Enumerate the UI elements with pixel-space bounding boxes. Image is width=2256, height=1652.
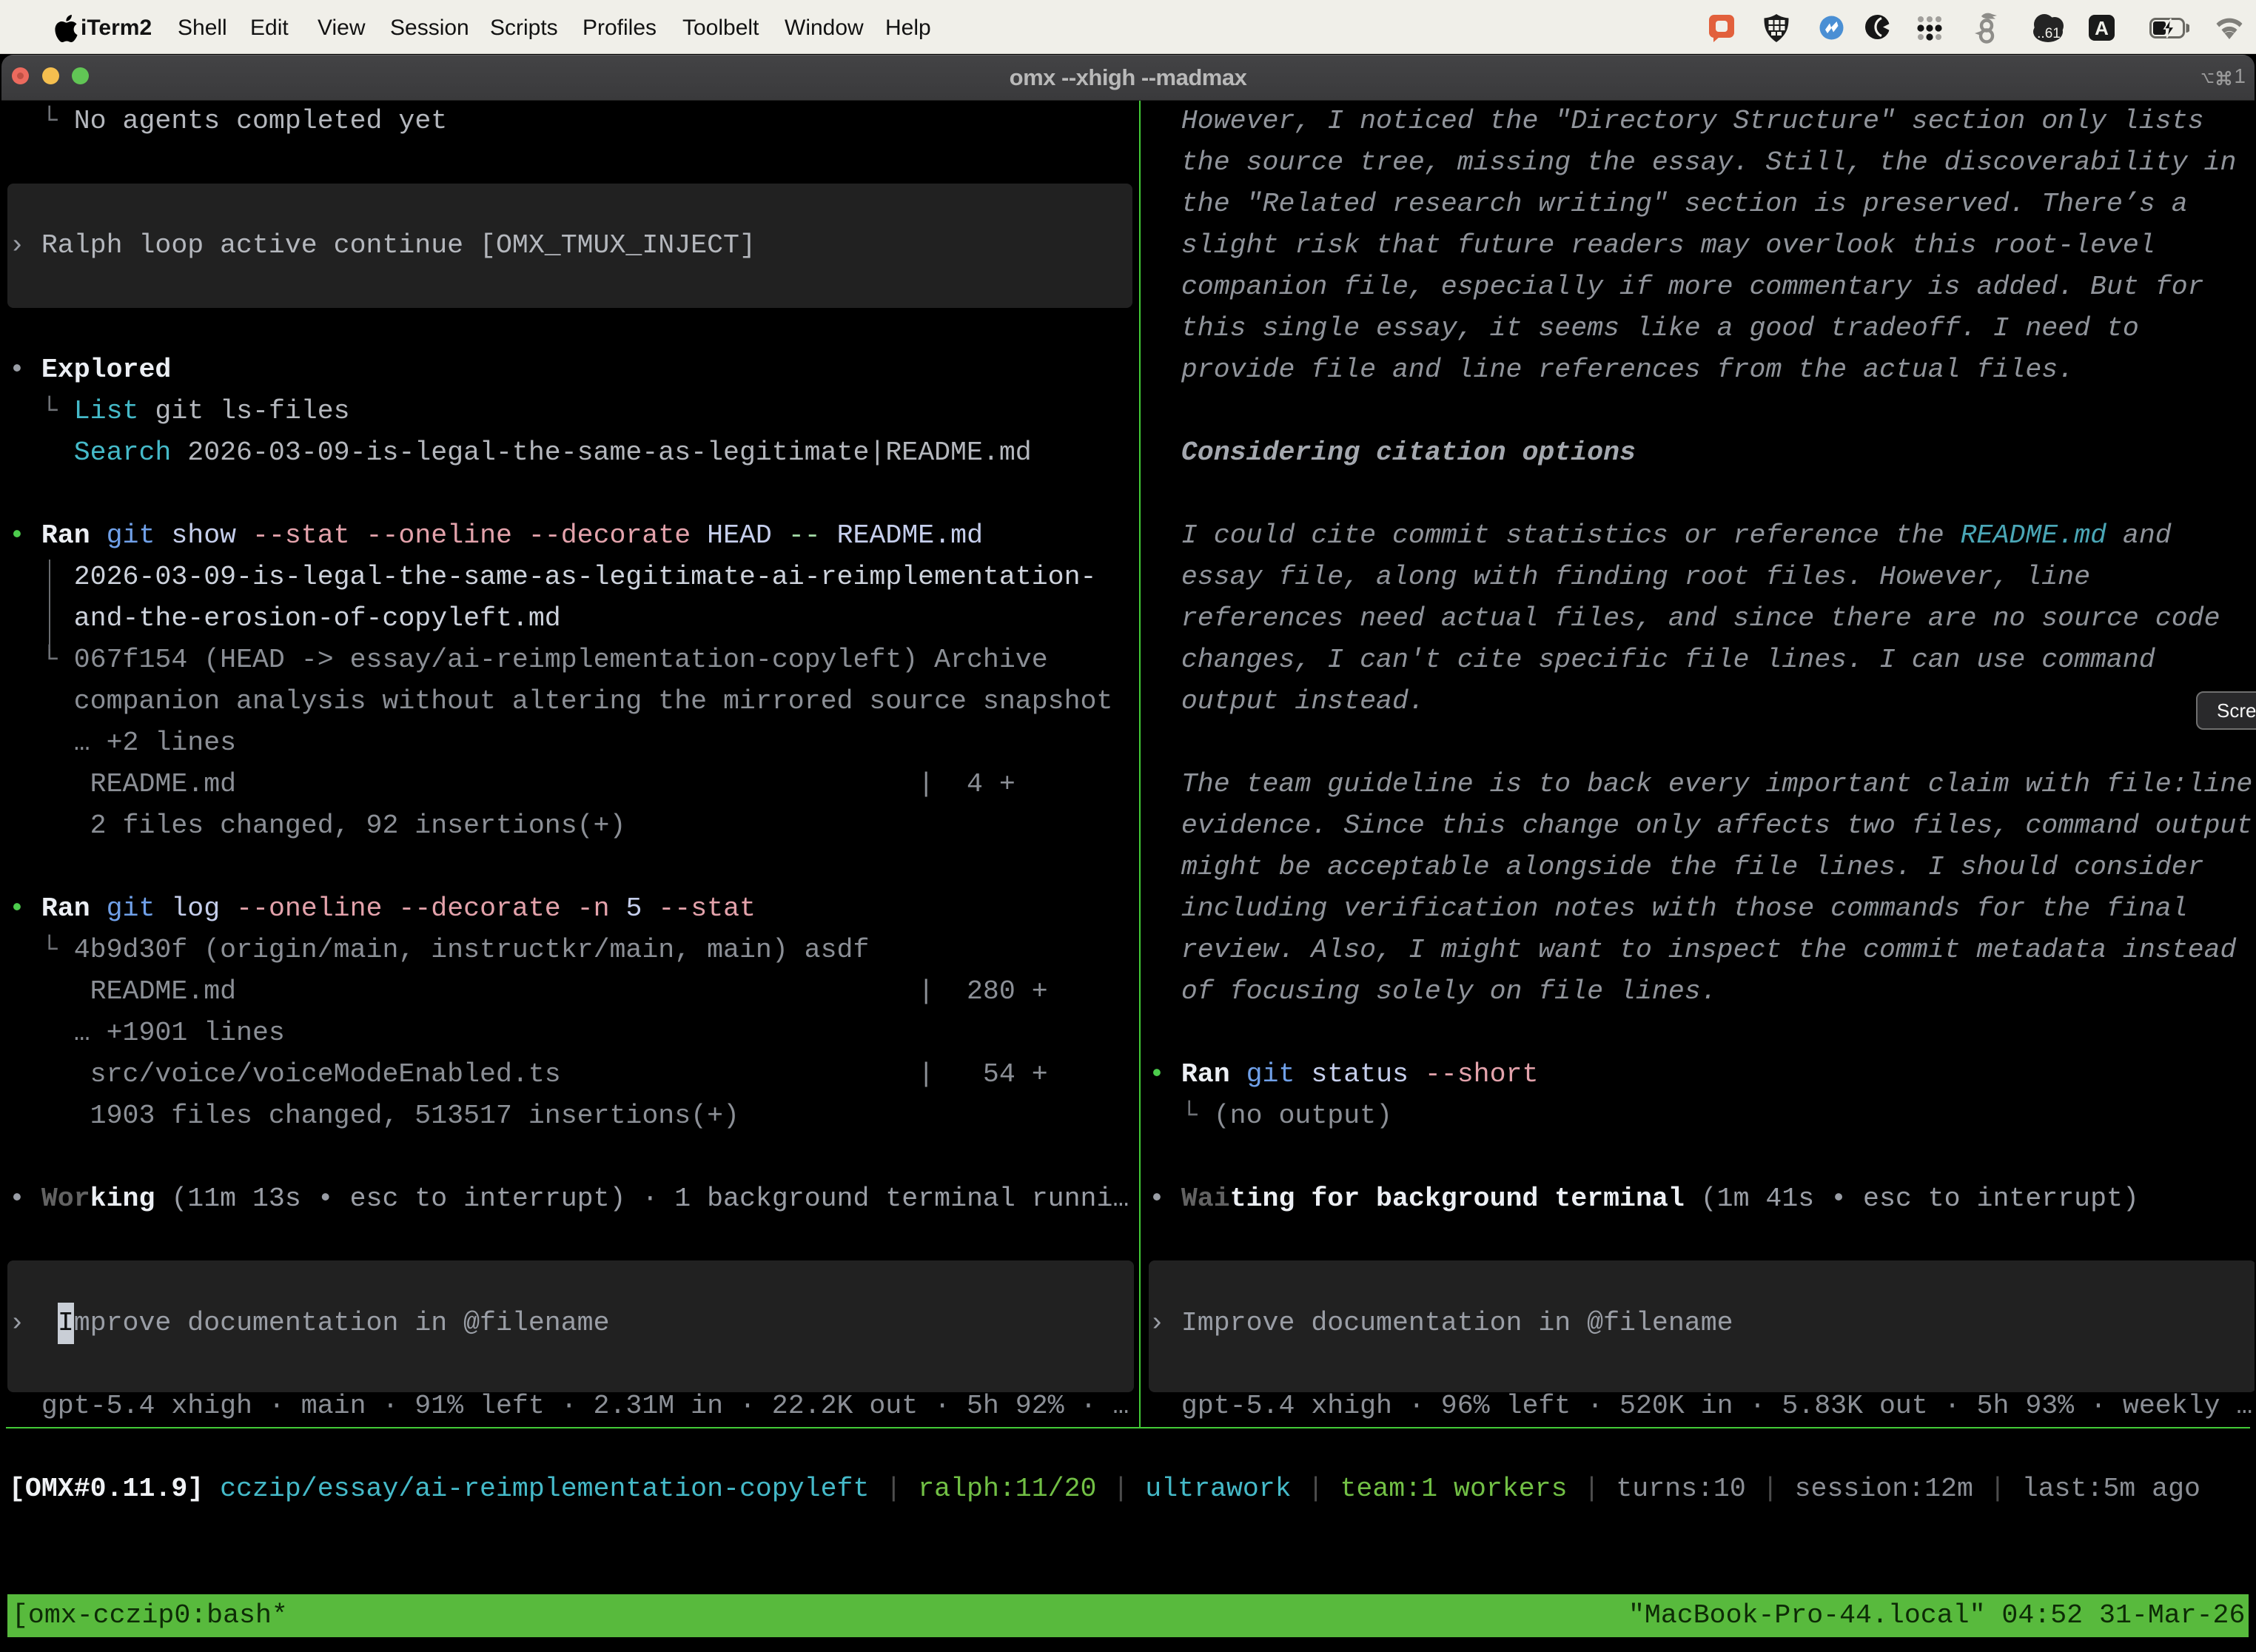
svg-text:A: A	[2095, 17, 2109, 39]
svg-text:..61: ..61	[2037, 26, 2061, 41]
